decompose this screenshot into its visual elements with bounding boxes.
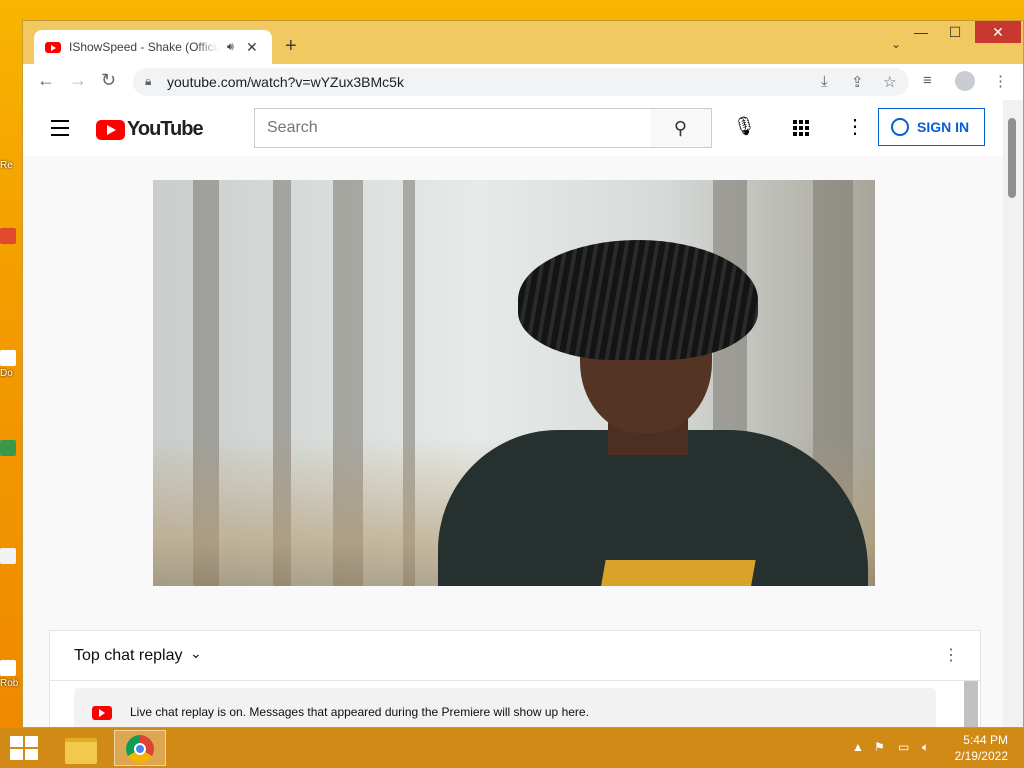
chrome-icon bbox=[126, 735, 154, 763]
tab-youtube[interactable]: IShowSpeed - Shake (Official 🔊︎ ✕ bbox=[34, 30, 272, 64]
chat-banner-text: Live chat replay is on. Messages that ap… bbox=[130, 705, 589, 719]
new-tab-button[interactable]: + bbox=[285, 35, 297, 58]
chrome-window: IShowSpeed - Shake (Official 🔊︎ ✕ + ⌄ — … bbox=[22, 20, 1024, 728]
desktop-icon[interactable] bbox=[0, 228, 22, 246]
search-button[interactable]: ⚲ bbox=[650, 108, 712, 148]
folder-icon bbox=[65, 738, 97, 764]
sign-in-button[interactable]: SIGN IN bbox=[878, 108, 985, 146]
page-scrollbar[interactable] bbox=[1003, 100, 1023, 727]
document-icon bbox=[0, 350, 16, 366]
volume-muted-icon[interactable]: 🔈︎ bbox=[922, 740, 929, 755]
app-icon bbox=[0, 228, 16, 244]
youtube-favicon-icon bbox=[45, 41, 61, 53]
windows-start-icon[interactable] bbox=[10, 736, 38, 760]
desktop-icon-label: Re bbox=[0, 160, 13, 171]
tab-title: IShowSpeed - Shake (Official bbox=[69, 40, 219, 54]
desktop-icon[interactable] bbox=[0, 440, 22, 458]
youtube-header: YouTube ⚲ 🎙︎ ⋮ SIGN IN bbox=[23, 100, 1003, 156]
close-tab-icon[interactable]: ✕ bbox=[246, 39, 258, 56]
chat-replay-banner: Live chat replay is on. Messages that ap… bbox=[74, 688, 936, 727]
chevron-down-icon[interactable]: ⌄ bbox=[190, 645, 202, 662]
youtube-logo-text: YouTube bbox=[127, 118, 204, 140]
search-box bbox=[254, 108, 651, 148]
chrome-menu-icon[interactable]: ⋮ bbox=[993, 72, 1008, 90]
clock-date: 2/19/2022 bbox=[954, 749, 1008, 763]
install-icon[interactable]: ⤓ bbox=[821, 73, 828, 90]
taskbar-file-explorer[interactable] bbox=[55, 730, 107, 766]
chat-mode-selector[interactable]: Top chat replay bbox=[74, 647, 183, 665]
url-text[interactable]: youtube.com/watch?v=wYZux3BMc5k bbox=[167, 74, 404, 90]
microphone-icon[interactable]: 🎙︎ bbox=[733, 116, 756, 137]
hamburger-menu-icon[interactable] bbox=[51, 120, 69, 141]
share-icon[interactable]: ⇪ bbox=[851, 73, 864, 91]
bookmark-star-icon[interactable]: ☆ bbox=[883, 73, 896, 91]
desktop-icon-label: Rob bbox=[0, 678, 19, 689]
chat-more-options-icon[interactable]: ⋮ bbox=[943, 645, 959, 665]
maximize-button[interactable]: ☐ bbox=[941, 21, 969, 43]
account-circle-icon bbox=[891, 118, 909, 136]
action-center-flag-icon[interactable]: ⚑ bbox=[874, 740, 885, 754]
search-icon: ⚲ bbox=[673, 118, 688, 138]
speaker-icon[interactable]: 🔊︎ bbox=[227, 41, 234, 54]
sign-in-label: SIGN IN bbox=[917, 119, 970, 135]
app-icon bbox=[0, 440, 16, 456]
youtube-page: YouTube ⚲ 🎙︎ ⋮ SIGN IN bbox=[23, 100, 1003, 727]
system-clock[interactable]: 5:44 PM 2/19/2022 bbox=[948, 732, 1008, 764]
apps-grid-icon[interactable] bbox=[793, 120, 809, 136]
tab-search-chevron-icon[interactable]: ⌄ bbox=[891, 37, 901, 51]
clock-time: 5:44 PM bbox=[963, 733, 1008, 747]
youtube-icon bbox=[92, 706, 112, 720]
app-icon bbox=[0, 660, 16, 676]
video-frame-detail bbox=[600, 560, 756, 586]
desktop-icon-recycle-bin[interactable]: Re bbox=[0, 160, 22, 171]
network-icon[interactable]: ▭ bbox=[898, 740, 909, 754]
desktop-icon-label: Do bbox=[0, 368, 13, 379]
desktop-icon-documents[interactable]: Do bbox=[0, 350, 22, 379]
browser-toolbar: ← → ↻ 🔒︎ youtube.com/watch?v=wYZux3BMc5k… bbox=[23, 64, 1023, 100]
media-control-icon[interactable]: ≡ bbox=[923, 72, 932, 89]
tray-expand-icon[interactable]: ▲ bbox=[852, 740, 864, 754]
desktop-icon-robot[interactable]: Rob bbox=[0, 660, 22, 689]
taskbar-chrome[interactable] bbox=[114, 730, 166, 766]
taskbar: ▲ ⚑ ▭ 🔈︎ 5:44 PM 2/19/2022 bbox=[0, 728, 1024, 768]
chat-header: Top chat replay ⌄ ⋮ bbox=[50, 631, 980, 681]
lock-icon[interactable]: 🔒︎ bbox=[145, 74, 151, 89]
desktop-icon[interactable] bbox=[0, 548, 22, 566]
reload-icon[interactable]: ↻ bbox=[101, 70, 116, 91]
tab-strip: IShowSpeed - Shake (Official 🔊︎ ✕ + ⌄ — … bbox=[23, 21, 1023, 64]
profile-avatar-icon[interactable] bbox=[955, 71, 975, 91]
chat-replay-panel: Top chat replay ⌄ ⋮ Live chat replay is … bbox=[49, 630, 981, 727]
youtube-play-icon bbox=[96, 119, 125, 140]
address-bar[interactable]: 🔒︎ youtube.com/watch?v=wYZux3BMc5k ⤓ ⇪ ☆ bbox=[133, 68, 909, 96]
search-input[interactable] bbox=[255, 109, 649, 147]
video-frame-detail bbox=[518, 240, 758, 360]
close-window-button[interactable]: ✕ bbox=[975, 21, 1021, 43]
back-arrow-icon[interactable]: ← bbox=[37, 70, 55, 91]
youtube-logo[interactable]: YouTube bbox=[96, 118, 204, 141]
minimize-button[interactable]: — bbox=[907, 21, 935, 43]
app-icon bbox=[0, 548, 16, 564]
video-player[interactable] bbox=[153, 180, 875, 586]
settings-menu-icon[interactable]: ⋮ bbox=[845, 114, 865, 139]
chat-scrollbar[interactable] bbox=[964, 681, 978, 727]
scrollbar-thumb[interactable] bbox=[1008, 118, 1016, 198]
forward-arrow-icon[interactable]: → bbox=[69, 70, 87, 91]
